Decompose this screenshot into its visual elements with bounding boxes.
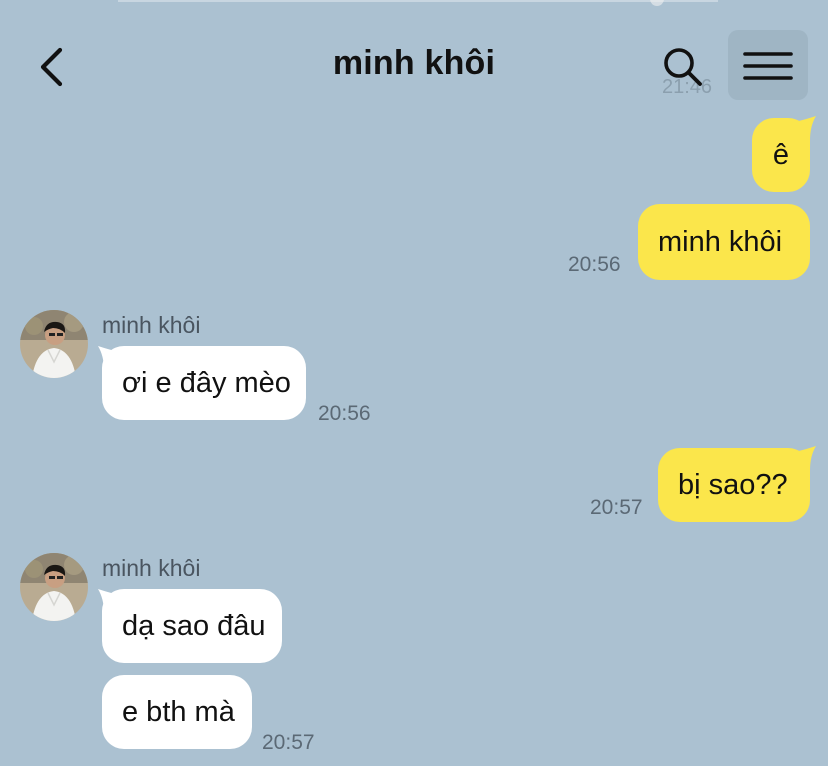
avatar-photo — [20, 310, 88, 378]
message-bubble[interactable]: ê — [752, 118, 810, 192]
message-text: ơi e đây mèo — [122, 366, 291, 399]
message-time: 20:56 — [318, 402, 371, 425]
search-icon — [664, 48, 702, 86]
hamburger-menu-icon — [743, 52, 793, 80]
message-text: ê — [772, 138, 790, 171]
message-bubble[interactable]: e bth mà — [102, 675, 252, 749]
message-time: 20:57 — [262, 731, 315, 754]
search-button[interactable] — [660, 44, 706, 90]
avatar[interactable] — [20, 310, 88, 378]
message-time: 20:57 — [590, 496, 643, 519]
message-bubble[interactable]: ơi e đây mèo — [102, 346, 306, 420]
message-text: dạ sao đâu — [122, 609, 266, 642]
message-text: bị sao?? — [678, 468, 788, 501]
sender-name: minh khôi — [102, 555, 201, 581]
menu-button[interactable] — [728, 30, 808, 100]
avatar-photo — [20, 553, 88, 621]
message-time: 20:56 — [568, 253, 621, 276]
message-text: minh khôi — [658, 225, 783, 258]
message-bubble[interactable]: bị sao?? — [658, 448, 810, 522]
chat-header: minh khôi 21:46 — [0, 0, 828, 124]
sender-name: minh khôi — [102, 312, 201, 338]
message-bubble[interactable]: dạ sao đâu — [102, 589, 282, 663]
avatar[interactable] — [20, 553, 88, 621]
message-bubble[interactable]: minh khôi — [638, 204, 810, 280]
message-text: e bth mà — [122, 695, 235, 728]
